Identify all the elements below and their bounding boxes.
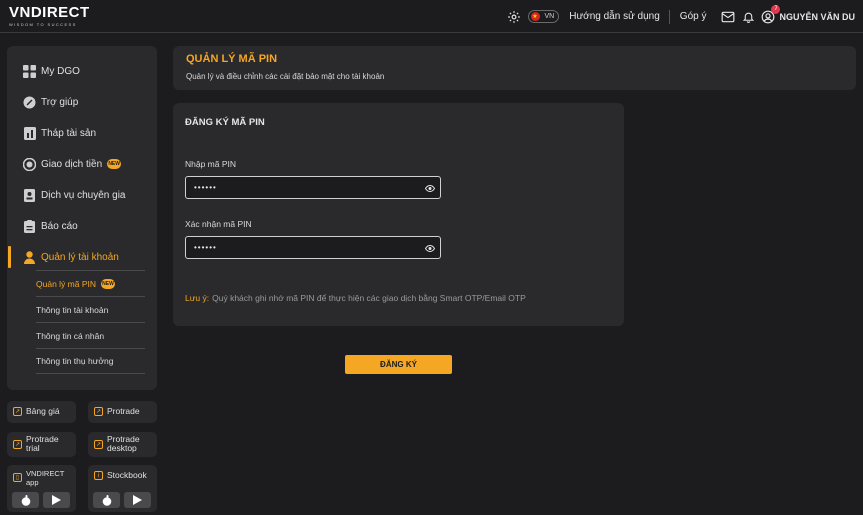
sidebar-item-reports[interactable]: Báo cáo — [7, 215, 157, 237]
tile-protrade-trial[interactable]: ↗ Protrade trial — [7, 432, 76, 457]
sidebar-item-label: Dịch vụ chuyên gia — [41, 189, 126, 201]
pin-note: Lưu ý: Quý khách ghi nhớ mã PIN để thực h… — [185, 293, 526, 303]
sidebar-item-label: My DGO — [41, 65, 80, 77]
sidebar-subitem-label: Thông tin cá nhân — [36, 330, 105, 341]
mail-icon[interactable] — [720, 9, 736, 25]
sidebar-item-label: Báo cáo — [41, 220, 78, 232]
protrade-icon: ↗ — [94, 407, 103, 416]
language-switch[interactable]: ★ VN — [527, 10, 560, 23]
sidebar-item-account-management[interactable]: Quản lý tài khoản — [7, 246, 157, 268]
tile-stockbook[interactable]: i Stockbook — [88, 465, 157, 512]
tile-price-board[interactable]: ↗ Bảng giá — [7, 401, 76, 423]
tile-label: Protrade trial — [26, 434, 59, 453]
pin-field — [185, 176, 441, 199]
sidebar-item-label: Tháp tài sản — [41, 127, 97, 139]
apple-store-icon[interactable] — [12, 492, 39, 508]
report-icon — [23, 219, 36, 233]
sidebar-item-label: Trợ giúp — [41, 96, 79, 108]
price-board-icon: ↗ — [13, 407, 22, 416]
tile-protrade[interactable]: ↗ Protrade — [88, 401, 157, 423]
pin-label: Nhập mã PIN — [185, 159, 237, 169]
logo-text: VNDIRECT — [9, 4, 90, 21]
sidebar-item-help[interactable]: Trợ giúp — [7, 91, 157, 113]
page-header-panel: QUẢN LÝ MÃ PIN Quản lý và điều chỉnh các… — [173, 46, 856, 90]
page-title: QUẢN LÝ MÃ PIN — [186, 53, 278, 65]
help-icon — [23, 96, 36, 109]
user-name[interactable]: NGUYỄN VĂN DU — [779, 12, 855, 22]
sidebar-subitem-account-info[interactable]: Thông tin tài khoản — [36, 296, 145, 322]
sidebar-subitem-label: Quản lý mã PIN — [36, 278, 96, 289]
user-icon — [23, 250, 36, 264]
sidebar-subitem-pin-management[interactable]: Quản lý mã PIN NEW — [36, 270, 145, 296]
note-key: Lưu ý: — [185, 293, 210, 303]
pin-input[interactable] — [194, 181, 414, 194]
sidebar-item-my-dgo[interactable]: My DGO — [7, 60, 157, 82]
confirm-pin-input[interactable] — [194, 241, 414, 254]
confirm-pin-label: Xác nhận mã PIN — [185, 219, 252, 229]
eye-icon[interactable] — [425, 243, 435, 253]
vietnam-flag-icon: ★ — [530, 12, 540, 21]
grid-icon — [23, 64, 36, 78]
money-icon — [23, 157, 36, 171]
notification-count-badge: 7 — [771, 4, 781, 14]
tile-label: Protrade — [107, 406, 140, 416]
feedback-link[interactable]: Góp ý — [680, 11, 707, 22]
google-play-icon[interactable] — [124, 492, 151, 508]
settings-gear-icon[interactable] — [506, 9, 522, 25]
sidebar-item-asset-tower[interactable]: Tháp tài sản — [7, 122, 157, 144]
tile-protrade-desktop[interactable]: ↗ Protrade desktop — [88, 432, 157, 457]
sidebar-subitem-beneficiary-info[interactable]: Thông tin thụ hưởng — [36, 348, 145, 374]
sidebar-item-label: Quản lý tài khoản — [41, 251, 119, 263]
apple-store-icon[interactable] — [93, 492, 120, 508]
sidebar-item-expert-service[interactable]: Dịch vụ chuyên gia — [7, 184, 157, 206]
note-text: Quý khách ghi nhớ mã PIN để thực hiện cá… — [212, 293, 526, 303]
protrade-desktop-icon: ↗ — [94, 440, 103, 449]
asset-icon — [23, 126, 36, 140]
sidebar-subitem-personal-info[interactable]: Thông tin cá nhân — [36, 322, 145, 348]
google-play-icon[interactable] — [43, 492, 70, 508]
pin-registration-card: ĐĂNG KÝ MÃ PIN Nhập mã PIN Xác nhận mã P… — [173, 103, 624, 326]
new-badge: NEW — [107, 158, 122, 169]
tile-label: Protrade desktop — [107, 434, 140, 453]
sidebar-item-label: Giao dịch tiền — [41, 158, 103, 170]
language-label: VN — [544, 13, 555, 20]
tile-label: VNDIRECT app — [26, 469, 65, 487]
tile-label: Bảng giá — [26, 406, 60, 416]
confirm-pin-field — [185, 236, 441, 259]
bell-icon[interactable] — [740, 9, 756, 25]
tile-label: Stockbook — [107, 470, 147, 480]
sidebar-subitem-label: Thông tin tài khoản — [36, 304, 109, 315]
expert-icon — [23, 188, 36, 202]
protrade-trial-icon: ↗ — [13, 440, 22, 449]
logo-tagline: WISDOM TO SUCCESS — [9, 22, 77, 27]
sidebar: My DGO Trợ giúp Tháp tài sản Giao dịch t… — [7, 46, 157, 390]
help-link[interactable]: Hướng dẫn sử dụng — [569, 11, 660, 22]
vndirect-logo[interactable]: VNDIRECT WISDOM TO SUCCESS — [9, 5, 90, 27]
user-avatar-icon[interactable]: 7 — [760, 4, 781, 25]
register-button[interactable]: ĐĂNG KÝ — [345, 355, 452, 374]
sidebar-subitem-label: Thông tin thụ hưởng — [36, 356, 114, 366]
header-divider — [668, 9, 670, 24]
sidebar-item-money-transactions[interactable]: Giao dịch tiền NEW — [7, 153, 157, 175]
top-header: VNDIRECT WISDOM TO SUCCESS ★ VN Hướng dẫ… — [0, 0, 863, 33]
new-badge: NEW — [101, 278, 115, 289]
tile-vndirect-app[interactable]: ▯ VNDIRECT app — [7, 465, 76, 512]
page-subtitle: Quản lý và điều chỉnh các cài đặt bảo mậ… — [186, 72, 385, 81]
form-title: ĐĂNG KÝ MÃ PIN — [185, 117, 265, 128]
eye-icon[interactable] — [425, 183, 435, 193]
stockbook-icon: i — [94, 471, 103, 480]
app-icon: ▯ — [13, 473, 22, 482]
